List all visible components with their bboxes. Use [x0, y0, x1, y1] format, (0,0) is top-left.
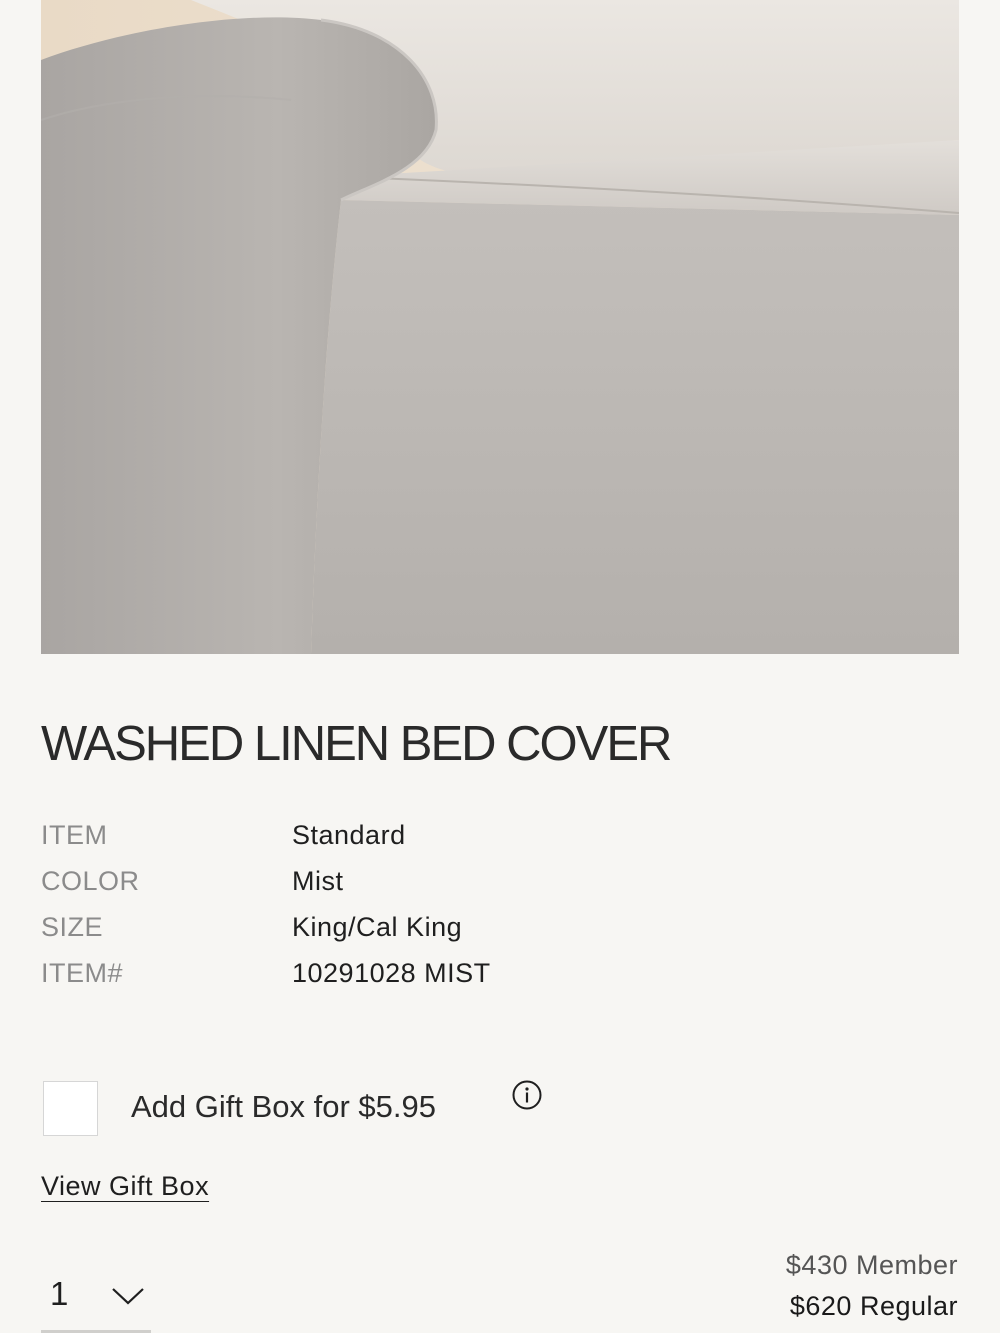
spec-row-size: SIZE King/Cal King	[41, 912, 741, 952]
spec-label: ITEM#	[41, 958, 124, 988]
spec-label: SIZE	[41, 912, 104, 942]
spec-label: COLOR	[41, 866, 140, 896]
view-gift-box-link[interactable]: View Gift Box	[41, 1171, 209, 1202]
spec-row-item: ITEM Standard	[41, 820, 741, 860]
member-price: $430 Member	[785, 1250, 958, 1280]
regular-price: $620 Regular	[789, 1291, 958, 1321]
spec-value: Standard	[292, 820, 406, 850]
spec-row-item-number: ITEM# 10291028 MIST	[41, 958, 741, 998]
bed-cover-photo	[41, 0, 959, 654]
quantity-value: 1	[50, 1275, 69, 1312]
quantity-select[interactable]: 1	[41, 1260, 151, 1333]
spec-value: King/Cal King	[292, 912, 463, 942]
product-detail-page: WASHED LINEN BED COVER ITEM Standard COL…	[0, 0, 1000, 1333]
chevron-down-icon	[112, 1288, 144, 1305]
spec-label: ITEM	[41, 820, 108, 850]
info-icon[interactable]	[512, 1080, 542, 1110]
spec-value: Mist	[292, 866, 344, 896]
gift-box-checkbox[interactable]	[43, 1081, 98, 1136]
spec-value: 10291028 MIST	[292, 958, 491, 988]
spec-row-color: COLOR Mist	[41, 866, 741, 906]
product-image[interactable]	[41, 0, 959, 654]
info-circle-icon	[512, 1080, 542, 1110]
product-title: WASHED LINEN BED COVER	[41, 717, 672, 771]
gift-box-label[interactable]: Add Gift Box for $5.95	[131, 1089, 436, 1125]
